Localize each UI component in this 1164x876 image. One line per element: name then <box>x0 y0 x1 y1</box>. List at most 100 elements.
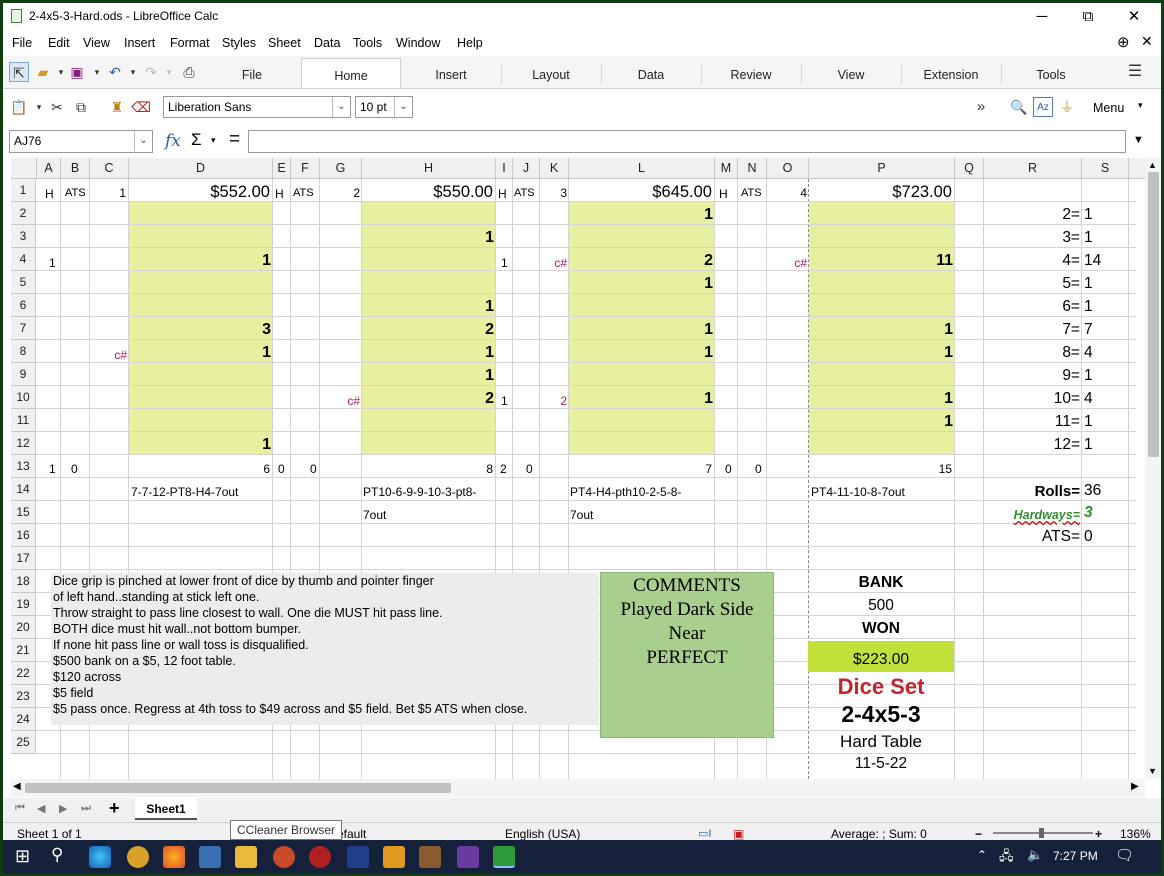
row-header-13[interactable]: 13 <box>11 455 36 478</box>
ccleaner-browser-icon[interactable] <box>273 846 295 868</box>
menu-format[interactable]: Format <box>170 36 210 50</box>
row-header-1[interactable]: 1 <box>11 179 36 202</box>
next-sheet-icon[interactable]: ▶ <box>59 802 67 815</box>
cell-l8[interactable]: 1 <box>569 344 713 362</box>
summary-label[interactable]: 6= <box>984 298 1080 316</box>
paste-dropdown-icon[interactable]: ▾ <box>29 97 49 117</box>
cell-k1[interactable]: 3 <box>540 186 567 200</box>
undo-icon[interactable]: ↶ <box>105 62 125 82</box>
add-sheet-icon[interactable]: + <box>109 798 120 819</box>
tab-view[interactable]: View <box>801 58 901 88</box>
tab-tools[interactable]: Tools <box>1001 58 1101 88</box>
cell-d7[interactable]: 3 <box>129 321 271 339</box>
summary-label[interactable]: 5= <box>984 275 1080 293</box>
firefox-icon[interactable] <box>163 846 185 868</box>
summary-value[interactable]: 1 <box>1084 275 1093 293</box>
col-header-p[interactable]: P <box>809 158 955 179</box>
scroll-left-icon[interactable]: ◀ <box>13 781 21 792</box>
summary-value[interactable]: 7 <box>1084 321 1093 339</box>
close-document-icon[interactable]: ✕ <box>1141 33 1153 50</box>
cell-d14[interactable]: 7-7-12-PT8-H4-7out <box>131 485 238 499</box>
app-icon[interactable] <box>127 846 149 868</box>
summary-value[interactable]: 1 <box>1084 229 1093 247</box>
cell-h1[interactable]: $550.00 <box>362 183 493 202</box>
cell-d13[interactable]: 6 <box>129 462 270 476</box>
cell-k10[interactable]: 2 <box>540 394 567 408</box>
formula-equals-icon[interactable]: = <box>229 129 240 151</box>
menu-edit[interactable]: Edit <box>48 36 70 50</box>
app-icon[interactable] <box>199 846 221 868</box>
formula-input[interactable] <box>248 130 1126 153</box>
cell-p1[interactable]: $723.00 <box>809 183 952 202</box>
col-header-r[interactable]: R <box>984 158 1082 179</box>
undo-dropdown-icon[interactable]: ▾ <box>123 62 143 82</box>
edge-icon[interactable] <box>89 846 111 868</box>
hardways-value[interactable]: 3 <box>1084 504 1093 522</box>
app-icon[interactable] <box>457 846 479 868</box>
summary-value[interactable]: 1 <box>1084 436 1093 454</box>
vertical-scrollbar[interactable]: ▲ ▼ <box>1145 158 1161 779</box>
menu-file[interactable]: File <box>12 36 32 50</box>
first-sheet-icon[interactable]: ⏮ <box>15 802 25 815</box>
volume-icon[interactable]: 🔈 <box>1027 847 1043 863</box>
cell-l4[interactable]: 2 <box>569 252 713 270</box>
zoom-slider-thumb[interactable] <box>1039 828 1044 838</box>
cell-c8[interactable]: c# <box>90 348 127 362</box>
cell-h13[interactable]: 8 <box>362 462 493 476</box>
print-icon[interactable]: ⎙ <box>179 62 199 82</box>
zoom-in-icon[interactable]: + <box>1095 827 1102 841</box>
col-header-h[interactable]: H <box>362 158 496 179</box>
cell-h15[interactable]: 7out <box>363 508 386 522</box>
summary-label[interactable]: 4= <box>984 252 1080 270</box>
sum-dropdown-icon[interactable]: ▾ <box>211 135 216 146</box>
file-explorer-icon[interactable] <box>235 846 257 868</box>
tab-insert[interactable]: Insert <box>401 58 501 88</box>
won-value[interactable]: $223.00 <box>809 651 953 669</box>
menu-button[interactable]: Menu <box>1093 101 1124 115</box>
cell-l14[interactable]: PT4-H4-pth10-2-5-8- <box>570 485 681 499</box>
cell-h3[interactable]: 1 <box>362 229 494 247</box>
spreadsheet-grid[interactable]: A B C D E F G H I J K L M N O P Q R S 12… <box>11 158 1145 779</box>
maximize-button[interactable]: ⧉ <box>1065 5 1111 29</box>
sort-icon[interactable]: Az <box>1033 97 1053 117</box>
cell-l10[interactable]: 1 <box>569 390 713 408</box>
col-header-o[interactable]: O <box>767 158 809 179</box>
cell-f13[interactable]: 0 <box>310 462 317 476</box>
col-header-q[interactable]: Q <box>955 158 984 179</box>
col-header-d[interactable]: D <box>129 158 273 179</box>
cell-l5[interactable]: 1 <box>569 275 713 293</box>
row-header-22[interactable]: 22 <box>11 662 36 685</box>
summary-value[interactable]: 14 <box>1084 252 1101 270</box>
sum-icon[interactable]: Σ <box>191 130 202 150</box>
cell-c1[interactable]: 1 <box>90 186 126 200</box>
date-label[interactable]: 11-5-22 <box>809 755 953 773</box>
col-header-a[interactable]: A <box>37 158 61 179</box>
paste-icon[interactable]: 📋 <box>9 97 29 117</box>
cell-i1[interactable]: H <box>498 187 507 201</box>
row-header-10[interactable]: 10 <box>11 386 36 409</box>
cell-b1[interactable]: ATS <box>65 187 86 199</box>
cell-p13[interactable]: 15 <box>809 462 952 476</box>
cell-e13[interactable]: 0 <box>278 462 285 476</box>
cell-f1[interactable]: ATS <box>293 187 314 199</box>
dice-set-label[interactable]: Dice Set <box>809 674 953 700</box>
clone-formatting-icon[interactable]: ♜ <box>107 97 127 117</box>
minimize-button[interactable]: ─ <box>1019 5 1065 29</box>
cell-l1[interactable]: $645.00 <box>569 183 712 202</box>
redo-dropdown-icon[interactable]: ▾ <box>159 62 179 82</box>
more-tools-icon[interactable]: » <box>971 97 991 117</box>
autofilter-icon[interactable]: ⏚ <box>1057 97 1077 117</box>
cell-h8[interactable]: 1 <box>362 344 494 362</box>
summary-label[interactable]: 7= <box>984 321 1080 339</box>
row-header-8[interactable]: 8 <box>11 340 36 363</box>
cell-h7[interactable]: 2 <box>362 321 494 339</box>
col-header-n[interactable]: N <box>738 158 767 179</box>
search-icon[interactable]: ⚲ <box>51 845 63 865</box>
cell-h14[interactable]: PT10-6-9-9-10-3-pt8- <box>363 485 476 499</box>
cell-p8[interactable]: 1 <box>809 344 953 362</box>
summary-value[interactable]: 1 <box>1084 298 1093 316</box>
sum-status[interactable]: Average: ; Sum: 0 <box>831 827 927 841</box>
table-label[interactable]: Hard Table <box>809 732 953 752</box>
row-header-6[interactable]: 6 <box>11 294 36 317</box>
won-label[interactable]: WON <box>809 620 953 638</box>
